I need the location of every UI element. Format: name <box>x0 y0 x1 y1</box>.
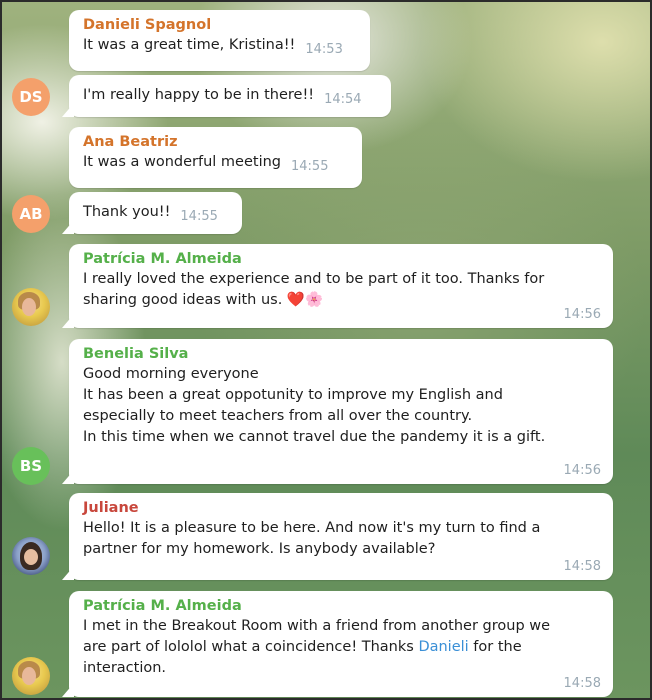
chat-window: Danieli Spagnol It was a great time, Kri… <box>0 0 652 700</box>
avatar-photo[interactable] <box>12 288 50 326</box>
message-text-content: I'm really happy to be in there!! <box>83 87 315 103</box>
message-line: It has been a great oppotunity to improv… <box>83 387 503 403</box>
message-time: 14:56 <box>563 307 601 322</box>
avatar[interactable]: BS <box>12 447 50 485</box>
message-text-content: It was a great time, Kristina!! <box>83 37 296 53</box>
message-bubble[interactable]: Benelia Silva Good morning everyone It h… <box>69 339 613 484</box>
avatar[interactable]: DS <box>12 78 50 116</box>
message-time: 14:58 <box>563 559 601 574</box>
message-bubble[interactable]: Patrícia M. Almeida I met in the Breakou… <box>69 591 613 697</box>
message-bubble[interactable]: I'm really happy to be in there!! 14:54 <box>69 75 391 117</box>
message-bubble[interactable]: Ana Beatriz It was a wonderful meeting 14… <box>69 127 362 188</box>
message-text-content: It was a wonderful meeting <box>83 154 281 170</box>
message-bubble[interactable]: Danieli Spagnol It was a great time, Kri… <box>69 10 370 71</box>
message-bubble[interactable]: Thank you!! 14:55 <box>69 192 242 234</box>
message-text: I'm really happy to be in there!! 14:54 <box>83 85 377 107</box>
message-line: interaction. <box>83 660 167 676</box>
message-line-text: for the <box>473 639 522 655</box>
sender-name[interactable]: Danieli Spagnol <box>83 16 356 35</box>
sender-name[interactable]: Ana Beatriz <box>83 133 348 152</box>
message-line-text: sharing good ideas with us. <box>83 292 283 308</box>
message-line: Good morning everyone <box>83 366 259 382</box>
message-time: 14:53 <box>305 42 343 57</box>
message-text: Thank you!! 14:55 <box>83 202 228 224</box>
message-line: sharing good ideas with us. ❤️🌸 <box>83 290 599 311</box>
mention-link[interactable]: Danieli <box>418 639 468 655</box>
message-bubble[interactable]: Juliane Hello! It is a pleasure to be he… <box>69 493 613 580</box>
message-line: especially to meet teachers from all ove… <box>83 408 473 424</box>
message-time: 14:55 <box>180 209 218 224</box>
avatar-face <box>24 549 38 565</box>
avatar-photo[interactable] <box>12 537 50 575</box>
message-line: Hello! It is a pleasure to be here. And … <box>83 520 541 536</box>
message-line: In this time when we cannot travel due t… <box>83 429 546 445</box>
message-text: It was a great time, Kristina!! 14:53 <box>83 35 356 57</box>
sender-name[interactable]: Patrícia M. Almeida <box>83 597 599 616</box>
avatar-face <box>22 298 36 316</box>
heart-emoji-icon: ❤️ <box>286 292 305 308</box>
message-line-text: are part of lololol what a coincidence! … <box>83 639 414 655</box>
message-time: 14:55 <box>291 159 329 174</box>
message-line: partner for my homework. Is anybody avai… <box>83 541 436 557</box>
sender-name[interactable]: Benelia Silva <box>83 345 599 364</box>
sender-name[interactable]: Juliane <box>83 499 599 518</box>
message-text: It was a wonderful meeting 14:55 <box>83 152 348 174</box>
message-time: 14:58 <box>563 676 601 691</box>
message-time: 14:54 <box>324 92 362 107</box>
message-line: I met in the Breakout Room with a friend… <box>83 618 551 634</box>
avatar-face <box>22 667 36 685</box>
message-time: 14:56 <box>563 463 601 478</box>
cherry-blossom-emoji-icon: 🌸 <box>304 292 324 308</box>
message-text-content: Thank you!! <box>83 204 171 220</box>
message-line: I really loved the experience and to be … <box>83 271 545 287</box>
sender-name[interactable]: Patrícia M. Almeida <box>83 250 599 269</box>
avatar-photo[interactable] <box>12 657 50 695</box>
message-bubble[interactable]: Patrícia M. Almeida I really loved the e… <box>69 244 613 328</box>
avatar[interactable]: AB <box>12 195 50 233</box>
message-line: are part of lololol what a coincidence! … <box>83 637 599 658</box>
